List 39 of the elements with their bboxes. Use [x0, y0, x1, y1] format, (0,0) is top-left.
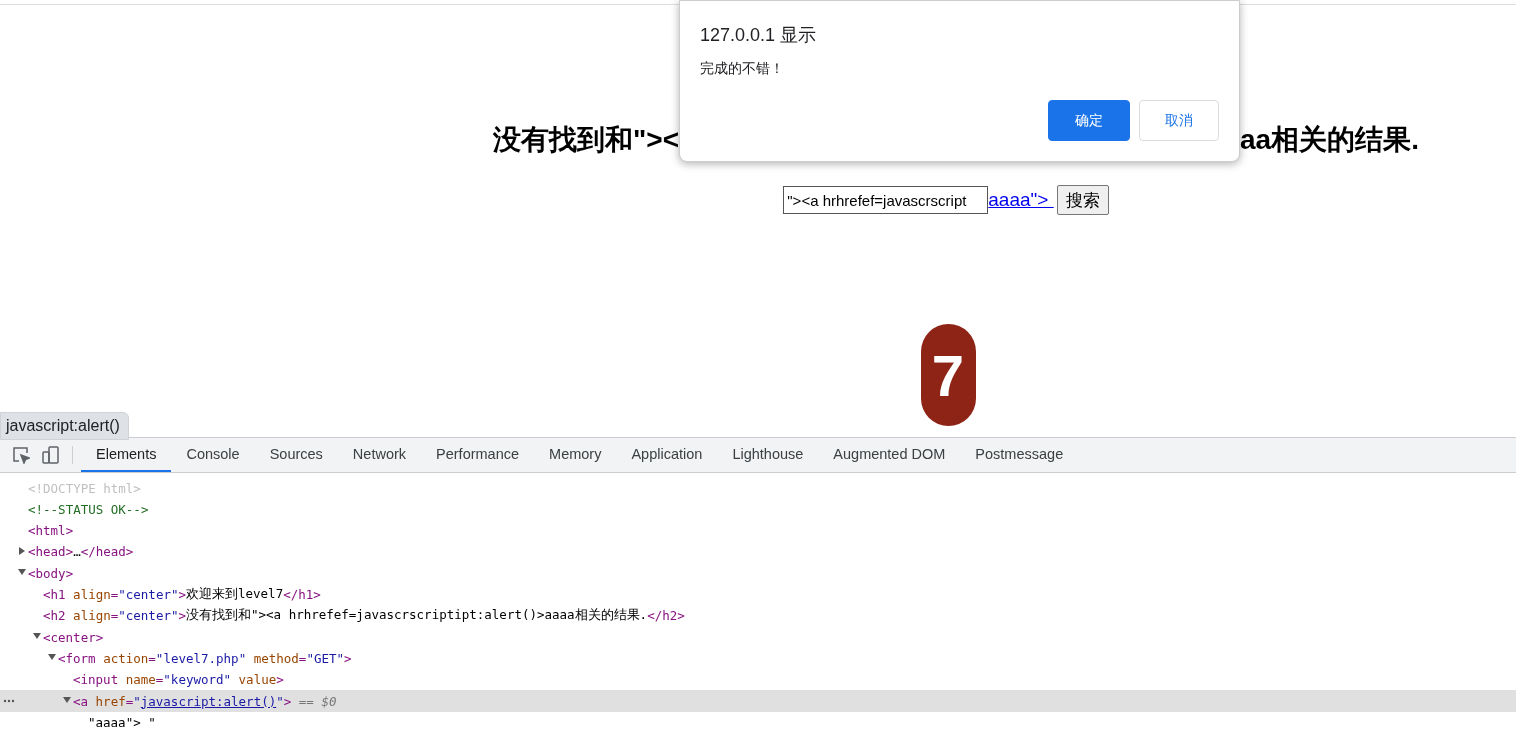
- devtools-tab[interactable]: Memory: [534, 438, 617, 473]
- expanded-triangle-icon[interactable]: [48, 653, 56, 662]
- devtools-tab[interactable]: Augmented DOM: [818, 438, 961, 473]
- devtools-tab[interactable]: Application: [616, 438, 718, 473]
- code-line[interactable]: <form action="level7.php" method="GET">: [0, 647, 1516, 670]
- code-line[interactable]: <center>: [0, 626, 1516, 648]
- ok-button[interactable]: 确定: [1048, 100, 1130, 141]
- device-toolbar-icon[interactable]: [42, 446, 60, 465]
- devtools-tab[interactable]: Postmessage: [960, 438, 1079, 473]
- devtools-tab[interactable]: Sources: [254, 438, 338, 473]
- devtools-tab[interactable]: Lighthouse: [717, 438, 819, 473]
- devtools-tab[interactable]: Performance: [421, 438, 535, 473]
- dialog-message: 完成的不错！: [700, 60, 785, 78]
- dialog-title: 127.0.0.1 显示: [700, 24, 818, 47]
- result-link[interactable]: aaaa">: [988, 189, 1054, 211]
- code-line[interactable]: <html>: [0, 520, 1516, 542]
- heading-text: 没有找到和"><: [493, 123, 679, 157]
- level-badge: 7: [920, 324, 976, 426]
- code-line[interactable]: "aaaa"> ": [0, 711, 1516, 733]
- cancel-button[interactable]: 取消: [1139, 100, 1219, 141]
- code-line[interactable]: <h1 align="center">欢迎来到level7</h1>: [0, 583, 1516, 606]
- code-line[interactable]: <body>: [0, 562, 1516, 584]
- status-tooltip: javascript:alert(): [0, 412, 129, 440]
- expanded-triangle-icon[interactable]: [33, 632, 41, 641]
- devtools-tab[interactable]: Elements: [81, 438, 172, 473]
- expanded-triangle-icon[interactable]: [18, 568, 26, 577]
- heading-text: aa相关的结果.: [1240, 123, 1420, 157]
- code-line[interactable]: <head>…</head>: [0, 541, 1516, 563]
- code-line[interactable]: <input name="keyword" value>: [0, 669, 1516, 691]
- code-line[interactable]: <h2 align="center">没有找到和"><a hrhrefef=javascrscriptipt:alert()>aaaa相关的结果.</h2>: [0, 605, 1516, 627]
- code-line[interactable]: <!--STATUS OK-->: [0, 498, 1516, 521]
- devtools-tab[interactable]: Network: [337, 438, 422, 473]
- expanded-triangle-icon[interactable]: [63, 696, 71, 705]
- search-button[interactable]: 搜索: [1056, 185, 1109, 215]
- collapsed-triangle-icon[interactable]: [18, 546, 26, 555]
- more-icon[interactable]: [3, 699, 15, 704]
- inspect-icon[interactable]: [12, 446, 30, 465]
- keyword-input[interactable]: "><a hrhrefef=javascrscript: [783, 186, 989, 214]
- devtools-tab[interactable]: Console: [171, 438, 255, 473]
